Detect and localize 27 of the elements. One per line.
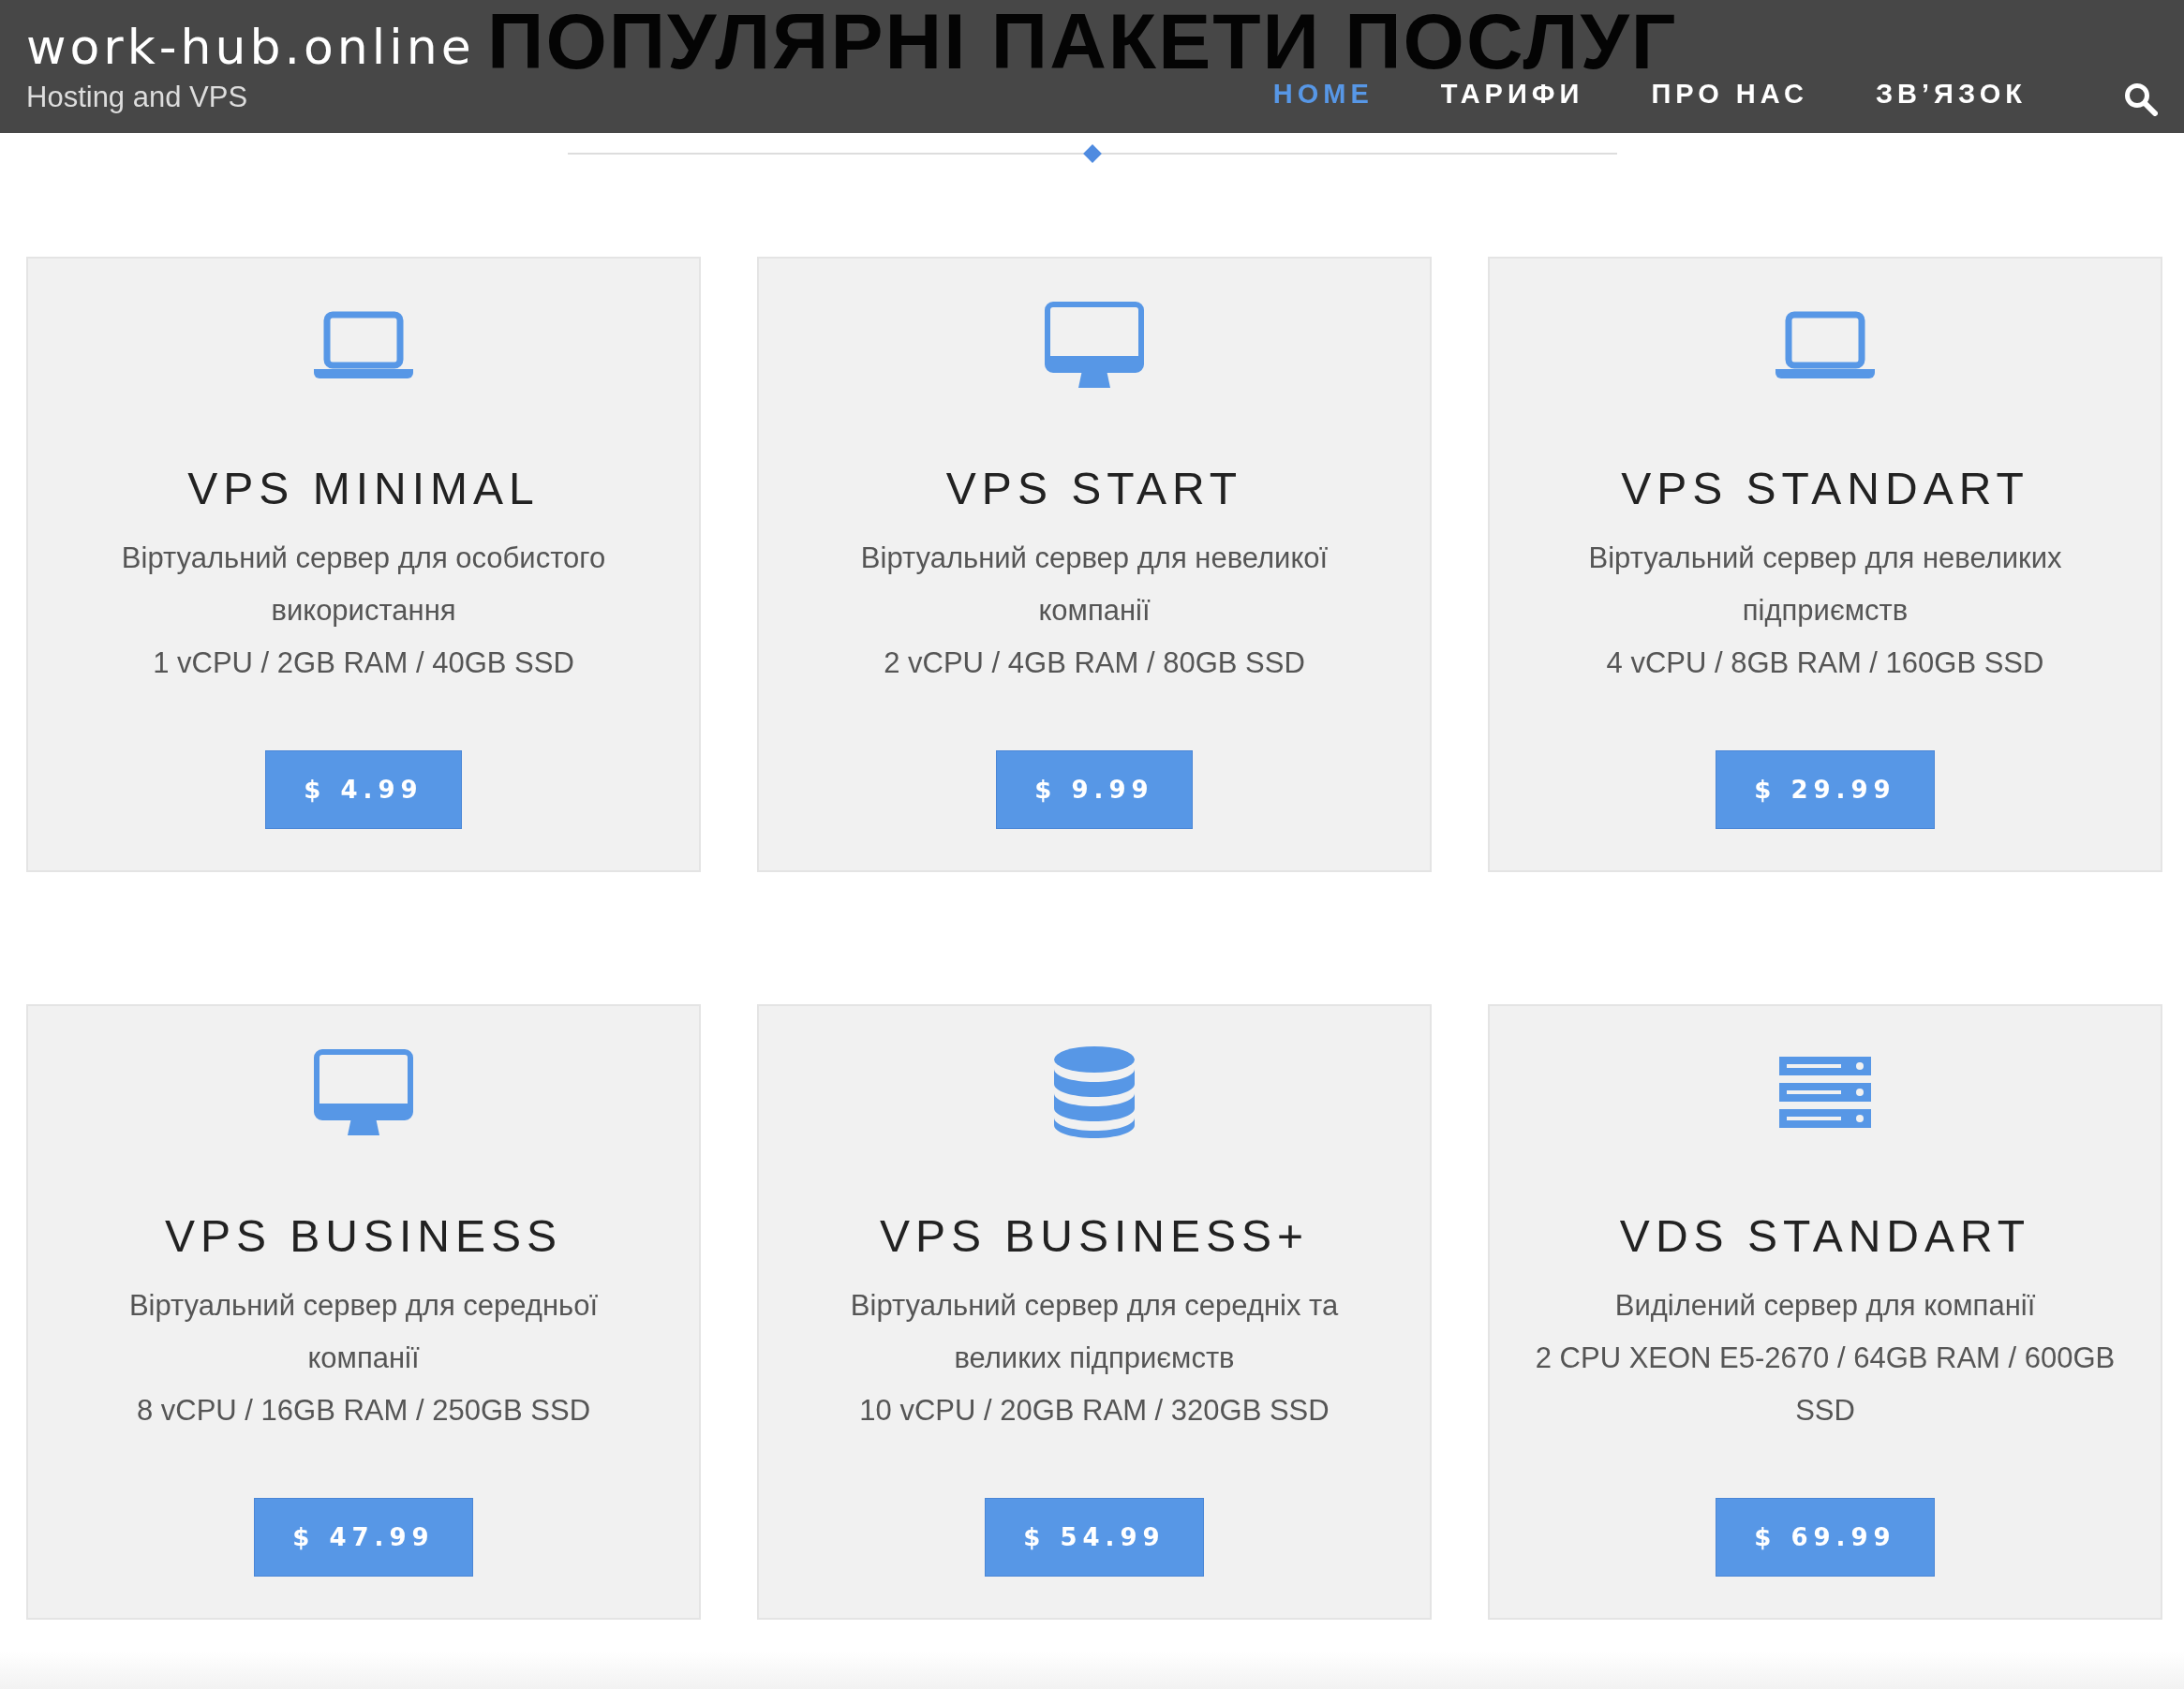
site-name[interactable]: work-hub.online <box>26 22 475 71</box>
plan-description: Віртуальний сервер для невеликих підприємств <box>1587 541 2063 629</box>
plan-title: VPS MINIMAL <box>187 467 540 511</box>
nav-link[interactable]: ЗВ’ЯЗОК <box>1875 73 2027 114</box>
plan-description: Віртуальний сервер для середньої компанії <box>127 1288 600 1376</box>
tagline: Hosting and VPS <box>26 81 249 111</box>
plan-specs: 2 CPU XEON E5-2670 / 64GB RAM / 600GB SSD <box>1534 1341 2117 1429</box>
price-button[interactable]: $ 54.99 <box>985 1498 1204 1577</box>
plan-title: VPS BUSINESS <box>164 1214 563 1259</box>
plan-specs: 4 vCPU / 8GB RAM / 160GB SSD <box>1605 645 2045 681</box>
price-button[interactable]: $ 47.99 <box>254 1498 473 1577</box>
plan-specs: 1 vCPU / 2GB RAM / 40GB SSD <box>152 645 575 681</box>
plan-specs: 8 vCPU / 16GB RAM / 250GB SSD <box>135 1393 592 1429</box>
price-button[interactable]: $ 29.99 <box>1716 750 1935 829</box>
plan-title: VPS STANDART <box>1621 467 2029 511</box>
price-button[interactable]: $ 4.99 <box>265 750 462 829</box>
plan-description: Віртуальний сервер для невеликої компанії <box>859 541 1330 629</box>
plan-specs: 2 vCPU / 4GB RAM / 80GB SSD <box>883 645 1306 681</box>
plan-title: VPS BUSINESS+ <box>879 1214 1310 1259</box>
plan-description: Виділений сервер для компанії <box>1613 1288 2037 1324</box>
plan-specs: 10 vCPU / 20GB RAM / 320GB SSD <box>858 1393 1330 1429</box>
plan-description: Віртуальний сервер для середніх та великих підприємств <box>849 1288 1340 1376</box>
price-button[interactable]: $ 69.99 <box>1716 1498 1935 1577</box>
plan-title: VPS START <box>945 467 1243 511</box>
price-button[interactable]: $ 9.99 <box>996 750 1193 829</box>
plan-description: Віртуальний сервер для особистого використання <box>120 541 607 629</box>
plan-title: VDS STANDART <box>1619 1214 2031 1259</box>
